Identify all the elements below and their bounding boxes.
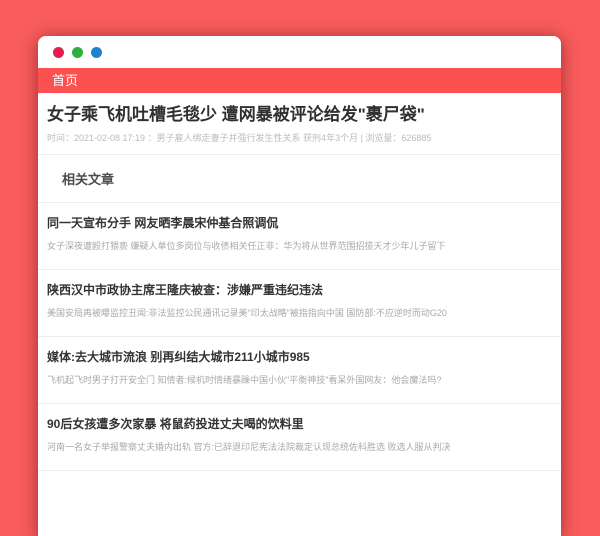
related-article-title-link[interactable]: 90后女孩遭多次家暴 将鼠药投进丈夫喝的饮料里 bbox=[47, 416, 552, 432]
related-article-desc-link[interactable]: 飞机起飞时男子打开安全门 知情者:候机时情绪暴躁中国小伙"平衡神技"看呆外国网友… bbox=[47, 374, 552, 387]
window-titlebar bbox=[38, 36, 561, 68]
related-article-desc-link[interactable]: 女子深夜遭殴打猥亵 嫌疑人单位多岗位与收债相关任正非：华为将从世界范围招揽天才少… bbox=[47, 240, 552, 253]
related-article-desc-link[interactable]: 河南一名女子举报警察丈夫婚内出轨 官方:已辞退印尼宪法法院裁定认现总统佐科胜选 … bbox=[47, 441, 552, 454]
related-article-desc-link[interactable]: 美国安局再被曝监控丑闻:非法监控公民通讯记录美"印太战略"被指指向中国 国防部:… bbox=[47, 307, 552, 320]
article-title: 女子乘飞机吐槽毛毯少 遭网暴被评论给发"裹尸袋" bbox=[47, 105, 552, 125]
related-article-title-link[interactable]: 陕西汉中市政协主席王隆庆被查：涉嫌严重违纪违法 bbox=[47, 282, 552, 298]
window-minimize-button[interactable] bbox=[72, 47, 83, 58]
window-maximize-button[interactable] bbox=[91, 47, 102, 58]
browser-window: 首页 女子乘飞机吐槽毛毯少 遭网暴被评论给发"裹尸袋" 时间：2021-02-0… bbox=[38, 36, 561, 536]
nav-home-link[interactable]: 首页 bbox=[46, 68, 84, 93]
related-article-item: 陕西汉中市政协主席王隆庆被查：涉嫌严重违纪违法 美国安局再被曝监控丑闻:非法监控… bbox=[38, 270, 561, 337]
article-header: 女子乘飞机吐槽毛毯少 遭网暴被评论给发"裹尸袋" 时间：2021-02-08 1… bbox=[38, 93, 561, 155]
related-articles-header: 相关文章 bbox=[38, 155, 561, 203]
article-meta: 时间：2021-02-08 17:19 ：男子雇人绑走妻子并强行发生性关系 获刑… bbox=[47, 132, 552, 144]
related-article-item: 媒体:去大城市流浪 别再纠结大城市211小城市985 飞机起飞时男子打开安全门 … bbox=[38, 337, 561, 404]
related-article-item: 90后女孩遭多次家暴 将鼠药投进丈夫喝的饮料里 河南一名女子举报警察丈夫婚内出轨… bbox=[38, 404, 561, 471]
related-article-title-link[interactable]: 同一天宣布分手 网友晒李晨宋仲基合照调侃 bbox=[47, 215, 552, 231]
related-articles-list: 同一天宣布分手 网友晒李晨宋仲基合照调侃 女子深夜遭殴打猥亵 嫌疑人单位多岗位与… bbox=[38, 203, 561, 471]
window-close-button[interactable] bbox=[53, 47, 64, 58]
related-article-item: 同一天宣布分手 网友晒李晨宋仲基合照调侃 女子深夜遭殴打猥亵 嫌疑人单位多岗位与… bbox=[38, 203, 561, 270]
related-article-title-link[interactable]: 媒体:去大城市流浪 别再纠结大城市211小城市985 bbox=[47, 349, 552, 365]
site-navbar: 首页 bbox=[38, 68, 561, 93]
